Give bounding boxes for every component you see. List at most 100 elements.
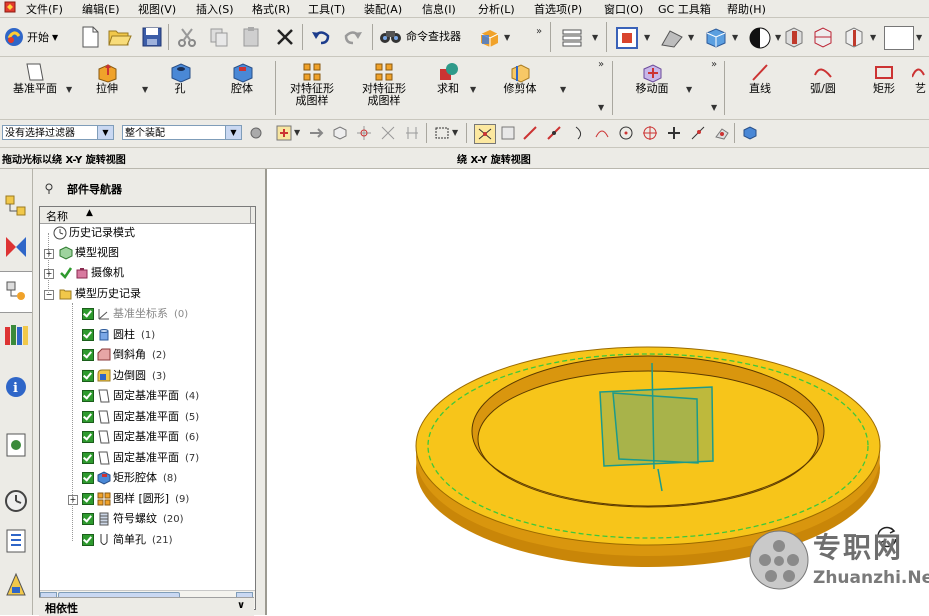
tree-item-circular-pattern[interactable]: 图样 [圆形] (9): [82, 490, 189, 508]
menu-assembly[interactable]: 装配(A): [364, 1, 402, 17]
chevron-down-icon[interactable]: ▼: [870, 33, 876, 42]
reuse-library-icon[interactable]: [3, 321, 29, 349]
clip-section-icon[interactable]: [842, 25, 866, 49]
visibility-checkbox[interactable]: [82, 513, 94, 525]
tree-item-edge-blend[interactable]: 边倒圆 (3): [82, 367, 166, 385]
chevron-down-icon[interactable]: ▼: [644, 33, 650, 42]
chevron-down-icon[interactable]: ▼: [452, 128, 458, 137]
trim-body-button[interactable]: 修剪体: [496, 61, 544, 95]
arrow-select-icon[interactable]: [308, 125, 324, 141]
chevron-down-icon[interactable]: ▼: [732, 33, 738, 42]
visibility-checkbox[interactable]: [82, 431, 94, 443]
art-spline-button[interactable]: 艺: [912, 61, 929, 95]
tree-item-symbolic-thread[interactable]: 符号螺纹 (20): [82, 510, 184, 528]
menu-insert[interactable]: 插入(S): [196, 1, 234, 17]
chevron-down-icon[interactable]: ▼: [560, 85, 566, 94]
line-snap-icon[interactable]: [522, 125, 538, 141]
tree-item-model-history[interactable]: 模型历史记录: [56, 285, 141, 303]
arc-circle-button[interactable]: 弧/圆: [796, 61, 850, 95]
menu-tools[interactable]: 工具(T): [308, 1, 345, 17]
chevron-down-icon[interactable]: ▼: [775, 33, 781, 42]
visibility-checkbox[interactable]: [82, 472, 94, 484]
copy-icon[interactable]: [208, 26, 230, 48]
assembly-navigator-icon[interactable]: [3, 193, 29, 221]
save-icon[interactable]: [141, 26, 163, 48]
layer-settings-icon[interactable]: [560, 27, 586, 49]
undo-icon[interactable]: [310, 26, 332, 48]
intersection-snap-icon[interactable]: [594, 125, 610, 141]
part-select-icon[interactable]: [332, 125, 348, 141]
existing-point-snap-icon[interactable]: [666, 125, 682, 141]
tree-item-datum-plane[interactable]: 固定基准平面 (4): [82, 387, 199, 405]
visibility-checkbox[interactable]: [82, 370, 94, 382]
arc-center-snap-icon[interactable]: [618, 125, 634, 141]
visibility-checkbox[interactable]: [82, 411, 94, 423]
rectangle-button[interactable]: 矩形: [866, 61, 902, 95]
filter-settings-icon[interactable]: [248, 125, 264, 141]
grid-point-icon[interactable]: [404, 125, 420, 141]
tree-item-history-mode[interactable]: 历史记录模式: [50, 224, 135, 242]
quadrant-snap-icon[interactable]: [642, 125, 658, 141]
type-filter-select[interactable]: 没有选择过滤器 ▼: [2, 125, 114, 140]
render-style-icon[interactable]: [748, 26, 772, 50]
menu-analysis[interactable]: 分析(L): [478, 1, 515, 17]
tree-item-chamfer[interactable]: 倒斜角 (2): [82, 346, 166, 364]
point-on-surface-snap-icon[interactable]: [714, 125, 730, 141]
dependencies-panel-header[interactable]: 相依性 ∨: [39, 597, 254, 616]
pattern-feature-copy-button[interactable]: 对特征形 成图样: [354, 61, 414, 107]
menu-edit[interactable]: 编辑(E): [82, 1, 120, 17]
paste-icon[interactable]: [240, 26, 262, 48]
chevron-down-icon[interactable]: ▼: [66, 85, 72, 94]
general-selection-icon[interactable]: [276, 125, 292, 141]
web-browser-icon[interactable]: i: [3, 373, 29, 401]
menu-gc-toolbox[interactable]: GC 工具箱: [658, 1, 711, 17]
background-color-swatch[interactable]: [884, 26, 914, 50]
chevron-down-icon[interactable]: ▼: [686, 85, 692, 94]
menu-view[interactable]: 视图(V): [138, 1, 176, 17]
menu-window[interactable]: 窗口(O): [604, 1, 643, 17]
datum-plane-button[interactable]: 基准平面: [4, 61, 66, 95]
cut-icon[interactable]: [176, 26, 198, 48]
section-view-icon[interactable]: [782, 25, 806, 49]
menu-format[interactable]: 格式(R): [252, 1, 290, 17]
control-point-snap-icon[interactable]: [572, 125, 588, 141]
chevron-down-icon[interactable]: ▼: [688, 33, 694, 42]
tree-item-datum-plane[interactable]: 固定基准平面 (5): [82, 408, 199, 426]
toolbar-overflow-icon[interactable]: »: [536, 26, 542, 37]
menu-info[interactable]: 信息(I): [422, 1, 456, 17]
menu-help[interactable]: 帮助(H): [727, 1, 766, 17]
graphics-window[interactable]: 专职网 Zhuanzhi.Net: [267, 169, 929, 615]
pattern-feature-button[interactable]: 对特征形 成图样: [282, 61, 342, 107]
selection-scope-select[interactable]: 整个装配 ▼: [122, 125, 242, 140]
isometric-cube-icon[interactable]: [704, 26, 728, 50]
visibility-checkbox[interactable]: [82, 349, 94, 361]
solid-snap-icon[interactable]: [742, 125, 758, 141]
start-button[interactable]: 开始 ▼: [3, 25, 73, 49]
chevron-down-icon[interactable]: ▼: [592, 33, 598, 42]
roles-icon[interactable]: [3, 527, 29, 555]
tree-item-datum-plane[interactable]: 固定基准平面 (6): [82, 428, 199, 446]
tree-item-model-views[interactable]: 模型视图: [56, 244, 119, 262]
chevron-down-icon[interactable]: ▼: [598, 103, 604, 112]
fit-view-icon[interactable]: [615, 26, 639, 50]
toolbar-overflow-icon[interactable]: »: [711, 59, 717, 70]
column-name-header[interactable]: 名称: [46, 208, 68, 224]
sort-ascending-icon[interactable]: ▲: [86, 208, 93, 218]
chevron-down-icon[interactable]: ▼: [294, 128, 300, 137]
chevron-down-icon[interactable]: ▼: [470, 85, 476, 94]
snap-enable-icon[interactable]: [474, 124, 496, 144]
end-point-snap-icon[interactable]: [500, 125, 516, 141]
pin-icon[interactable]: [43, 182, 55, 194]
clock-icon[interactable]: [3, 487, 29, 515]
toolbar-overflow-icon[interactable]: »: [598, 59, 604, 70]
pocket-button[interactable]: 腔体: [220, 61, 264, 95]
part-navigator-tab[interactable]: [0, 271, 32, 313]
chevron-down-icon[interactable]: ▼: [916, 33, 922, 42]
visibility-checkbox[interactable]: [82, 308, 94, 320]
visibility-checkbox[interactable]: [82, 534, 94, 546]
new-file-icon[interactable]: [80, 26, 100, 48]
open-folder-icon[interactable]: [108, 26, 132, 48]
chevron-down-icon[interactable]: ▼: [504, 33, 510, 42]
constraint-navigator-icon[interactable]: [3, 233, 29, 261]
tree-item-datum-plane[interactable]: 固定基准平面 (7): [82, 449, 199, 467]
